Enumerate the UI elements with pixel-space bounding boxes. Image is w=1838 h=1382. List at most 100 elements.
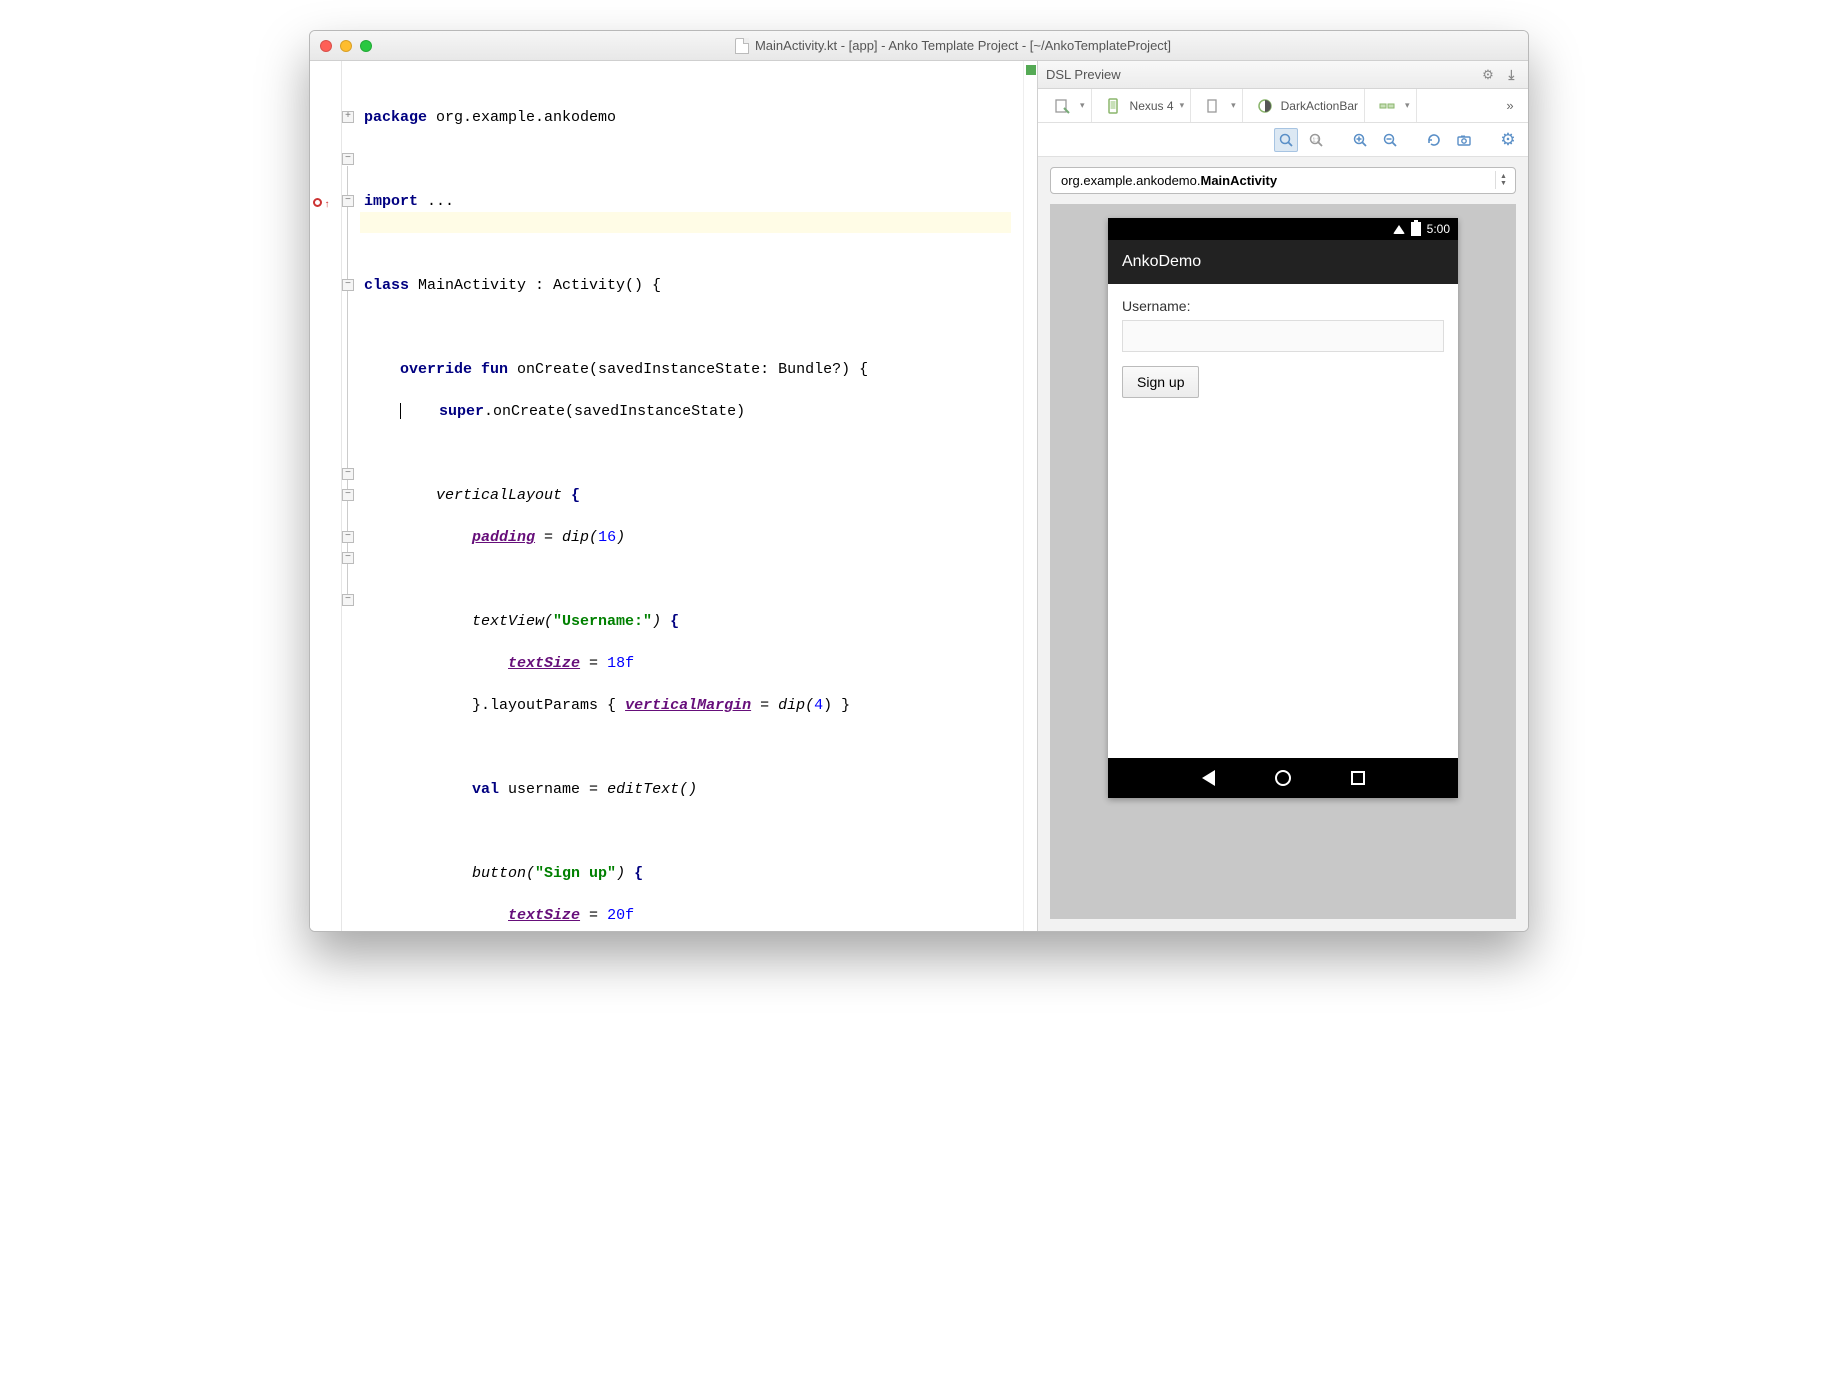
kw-override: override [400,361,472,378]
nav-home-icon[interactable] [1275,770,1291,786]
code-text: org.example.ankodemo [427,109,616,126]
phone-status-bar: 5:00 [1108,218,1458,240]
code-editText: editText() [607,781,697,798]
kw-class: class [364,277,409,294]
kw-super: super [439,403,484,420]
fold-toggle-oncreate[interactable]: − [342,195,354,207]
minimize-window-button[interactable] [340,40,352,52]
gear-icon[interactable]: ⚙ [1480,67,1496,83]
window-title: MainActivity.kt - [app] - Anko Template … [755,38,1171,53]
dropdown-arrow-icon[interactable]: ▾ [1180,100,1185,111]
dropdown-arrow-icon[interactable]: ▾ [1405,100,1410,111]
code-text: { [571,487,580,504]
code-text: ) [616,529,625,546]
code-verticalLayout: verticalLayout [436,487,571,504]
render-config-button[interactable] [1050,94,1074,118]
dropdown-arrow-icon[interactable]: ▾ [1080,100,1085,111]
code-text: ) } [823,697,850,714]
code-area[interactable]: package org.example.ankodemo import ... … [360,61,1023,931]
nav-back-icon[interactable] [1202,770,1215,786]
signup-button[interactable]: Sign up [1122,366,1199,398]
device-canvas: 5:00 AnkoDemo Username: Sign up [1050,204,1516,919]
override-marker-icon[interactable] [313,198,322,207]
fold-toggle-class[interactable]: − [342,153,354,165]
battery-icon [1411,222,1421,236]
orientation-button[interactable] [1201,94,1225,118]
code-text: username = [499,781,607,798]
prop-textSize2: textSize [508,907,580,924]
zoom-out-button[interactable] [1378,128,1402,152]
prop-padding: padding [472,529,535,546]
code-text: = dip( [751,697,814,714]
code-text: ) [652,613,670,630]
refresh-button[interactable] [1422,128,1446,152]
phone-action-bar: AnkoDemo [1108,240,1458,284]
phone-frame: 5:00 AnkoDemo Username: Sign up [1108,218,1458,798]
ide-window: MainActivity.kt - [app] - Anko Template … [309,30,1529,932]
code-text: ... [427,193,454,210]
titlebar: MainActivity.kt - [app] - Anko Template … [310,31,1528,61]
nav-recent-icon[interactable] [1351,771,1365,785]
status-time: 5:00 [1427,222,1450,236]
code-text: .onCreate(savedInstanceState) [484,403,745,420]
device-icon[interactable] [1102,94,1126,118]
preview-toolbar-1: ▾ Nexus 4▾ ▾ DarkActio [1038,89,1528,123]
override-up-arrow-icon: ↑ [324,195,330,216]
settings-gear-button[interactable]: ⚙ [1496,128,1520,152]
theme-icon[interactable] [1253,94,1277,118]
prop-textSize: textSize [508,655,580,672]
fold-toggle-import[interactable]: + [342,111,354,123]
fold-column[interactable]: + − − − − − − − − [342,61,360,931]
gutter[interactable]: ↑ [310,61,342,931]
locale-button[interactable] [1375,94,1399,118]
code-text: MainActivity : Activity() { [409,277,661,294]
window-title-wrap: MainActivity.kt - [app] - Anko Template … [388,38,1518,54]
preview-title: DSL Preview [1046,67,1121,82]
fold-close-1[interactable]: − [342,489,354,501]
kw-import: import [364,193,427,210]
editor-pane[interactable]: ↑ + − − − − − − − − package org.example.… [310,61,1038,931]
zoom-fit-button[interactable] [1274,128,1298,152]
username-label: Username: [1122,298,1444,314]
fold-close-3[interactable]: − [342,552,354,564]
num-16: 16 [598,529,616,546]
code-text: ) [616,865,634,882]
ide-body: ↑ + − − − − − − − − package org.example.… [310,61,1528,931]
file-icon [735,38,749,54]
screenshot-button[interactable] [1452,128,1476,152]
code-layoutParams: }.layoutParams { [472,697,625,714]
current-line-highlight [360,212,1011,233]
fold-toggle-vlayout[interactable]: − [342,279,354,291]
code-button: button( [472,865,535,882]
code-text: = dip( [535,529,598,546]
num-4: 4 [814,697,823,714]
fold-toggle-button[interactable]: − [342,468,354,480]
stepper-icon[interactable]: ▲▼ [1495,171,1511,189]
device-selector[interactable]: Nexus 4 [1130,99,1174,113]
preview-header: DSL Preview ⚙ ⇥ [1038,61,1528,89]
kw-val: val [472,781,499,798]
app-title: AnkoDemo [1122,253,1201,271]
analysis-ok-icon[interactable] [1026,65,1036,75]
code-textView: textView( [472,613,553,630]
theme-selector[interactable]: DarkActionBar [1281,99,1358,113]
error-stripe[interactable] [1023,61,1037,931]
zoom-window-button[interactable] [360,40,372,52]
activity-selector[interactable]: org.example.ankodemo.MainActivity ▲▼ [1050,167,1516,194]
str-username: "Username:" [553,613,652,630]
dropdown-arrow-icon[interactable]: ▾ [1231,100,1236,111]
kw-package: package [364,109,427,126]
code-text: onCreate(savedInstanceState: Bundle?) { [508,361,868,378]
fold-close-2[interactable]: − [342,531,354,543]
zoom-actual-button[interactable]: 1:1 [1304,128,1328,152]
zoom-in-button[interactable] [1348,128,1372,152]
overflow-button[interactable]: » [1498,94,1522,118]
fold-close-4[interactable]: − [342,594,354,606]
username-input[interactable] [1122,320,1444,352]
hide-panel-icon[interactable]: ⇥ [1504,67,1520,83]
phone-nav-bar [1108,758,1458,798]
close-window-button[interactable] [320,40,332,52]
num-18f: 18f [607,655,634,672]
preview-toolbar-2: 1:1 ⚙ [1038,123,1528,157]
code-text: { [670,613,679,630]
